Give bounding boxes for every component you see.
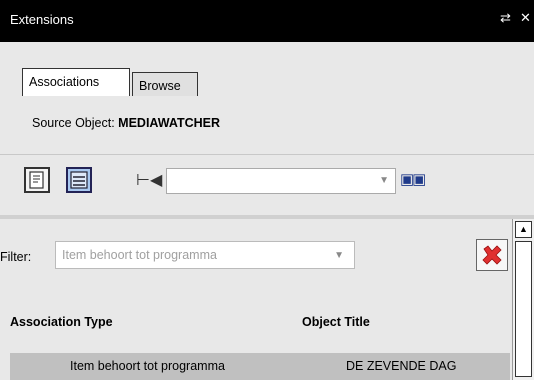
scroll-track[interactable] bbox=[515, 241, 532, 377]
link-icon[interactable]: ▣▣ bbox=[400, 170, 426, 188]
source-object-label: Source Object: bbox=[32, 116, 115, 130]
chevron-down-icon[interactable]: ▼ bbox=[334, 250, 344, 261]
filter-label: Filter: bbox=[0, 250, 32, 264]
list-view-icon[interactable] bbox=[66, 167, 92, 193]
column-header-object-title[interactable]: Object Title bbox=[302, 315, 370, 329]
close-icon[interactable]: ✕ bbox=[520, 10, 531, 26]
source-object-row: Source Object: MEDIAWATCHER bbox=[0, 96, 534, 154]
vertical-scrollbar[interactable]: ▲ bbox=[512, 219, 534, 380]
association-type-cell: Item behoort tot programma bbox=[70, 359, 225, 373]
object-title-cell: DE ZEVENDE DAG bbox=[346, 359, 457, 373]
pin-icon[interactable]: ⊢◀ bbox=[136, 170, 162, 190]
source-object-value: MEDIAWATCHER bbox=[118, 116, 221, 130]
tab-associations-label: Associations bbox=[29, 75, 100, 89]
filter-placeholder: Item behoort tot programma bbox=[62, 248, 217, 262]
toolbar: ⊢◀ ▼ ▣▣ bbox=[0, 155, 534, 215]
scroll-up-icon[interactable]: ▲ bbox=[515, 221, 532, 238]
restore-icon[interactable]: ⇄ bbox=[500, 10, 511, 26]
tab-associations[interactable]: Associations bbox=[22, 68, 130, 96]
column-header-association-type[interactable]: Association Type bbox=[10, 315, 113, 329]
delete-x-icon bbox=[482, 245, 502, 265]
delete-button[interactable] bbox=[476, 239, 508, 271]
associations-panel: Filter: Item behoort tot programma ▼ Ass… bbox=[0, 219, 512, 380]
table-row[interactable]: Item behoort tot programma DE ZEVENDE DA… bbox=[10, 353, 510, 380]
window-titlebar: Extensions ⇄ ✕ bbox=[0, 0, 534, 42]
target-combo[interactable]: ▼ bbox=[166, 168, 396, 194]
window-title: Extensions bbox=[10, 12, 74, 27]
chevron-down-icon[interactable]: ▼ bbox=[379, 175, 389, 186]
tab-browse-label: Browse bbox=[139, 79, 181, 93]
tab-browse[interactable]: Browse bbox=[132, 72, 198, 98]
document-view-icon[interactable] bbox=[24, 167, 50, 193]
filter-select[interactable]: Item behoort tot programma ▼ bbox=[55, 241, 355, 269]
